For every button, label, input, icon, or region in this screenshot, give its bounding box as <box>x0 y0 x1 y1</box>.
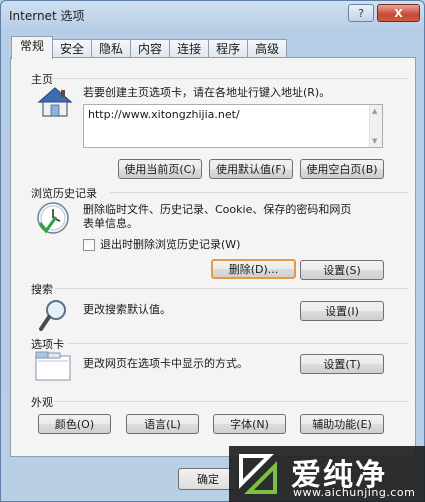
window-title: Internet 选项 <box>9 9 85 23</box>
house-icon <box>37 86 73 121</box>
search-description: 更改搜索默认值。 <box>83 303 171 316</box>
history-group-title: 浏览历史记录 <box>31 187 97 200</box>
tab-connections[interactable]: 连接 <box>169 39 210 59</box>
tab-general[interactable]: 常规 <box>11 36 54 59</box>
history-clock-icon <box>36 201 70 238</box>
fonts-button[interactable]: 字体(N) <box>213 414 286 434</box>
tabs-group-title: 选项卡 <box>31 338 64 351</box>
use-default-button[interactable]: 使用默认值(F) <box>209 159 293 179</box>
close-button[interactable]: X <box>377 4 420 22</box>
tab-programs[interactable]: 程序 <box>208 39 249 59</box>
use-blank-button[interactable]: 使用空白页(B) <box>300 159 384 179</box>
homepage-url-value: http://www.xitongzhijia.net/ <box>88 108 240 121</box>
homepage-url-input[interactable]: http://www.xitongzhijia.net/ ▲ ▼ <box>83 104 383 148</box>
history-description-line2: 表单信息。 <box>83 217 138 230</box>
history-description-line1: 删除临时文件、历史记录、Cookie、保存的密码和网页 <box>83 203 352 216</box>
search-settings-button[interactable]: 设置(I) <box>300 301 384 321</box>
homepage-group-title: 主页 <box>31 73 53 86</box>
search-group-title: 搜索 <box>31 283 53 296</box>
tabs-description: 更改网页在选项卡中显示的方式。 <box>83 357 248 370</box>
divider <box>55 288 409 289</box>
watermark-logo-icon <box>239 454 277 494</box>
divider <box>55 401 409 402</box>
delete-history-button[interactable]: 删除(D)... <box>211 259 296 279</box>
appearance-group-title: 外观 <box>31 396 53 409</box>
general-tab-panel: 主页 若要创建主页选项卡，请在各地址行键入地址(R)。 http://www.x… <box>10 57 416 457</box>
tab-advanced[interactable]: 高级 <box>247 39 288 59</box>
delete-on-exit-label: 退出时删除浏览历史记录(W) <box>100 238 241 251</box>
scroll-up-icon[interactable]: ▲ <box>372 107 377 115</box>
internet-options-dialog: Internet 选项 ? X 常规 安全 隐私 内容 连接 程序 高级 主页 … <box>0 0 425 502</box>
help-button[interactable]: ? <box>348 4 374 22</box>
tab-privacy[interactable]: 隐私 <box>91 39 132 59</box>
homepage-description: 若要创建主页选项卡，请在各地址行键入地址(R)。 <box>83 86 331 99</box>
magnifier-icon <box>38 298 70 335</box>
tab-content[interactable]: 内容 <box>130 39 171 59</box>
textbox-scrollbar[interactable]: ▲ ▼ <box>369 105 382 147</box>
history-settings-button[interactable]: 设置(S) <box>300 260 384 280</box>
title-bar: Internet 选项 ? X <box>1 1 424 29</box>
scroll-down-icon[interactable]: ▼ <box>372 137 377 145</box>
watermark-url: www.aichunjing.com <box>293 486 416 499</box>
divider <box>51 78 409 79</box>
accessibility-button[interactable]: 辅助功能(E) <box>300 414 384 434</box>
divider <box>67 343 409 344</box>
delete-on-exit-checkbox[interactable] <box>83 239 95 251</box>
colors-button[interactable]: 颜色(O) <box>38 414 111 434</box>
tab-security[interactable]: 安全 <box>52 39 93 59</box>
use-current-button[interactable]: 使用当前页(C) <box>118 159 202 179</box>
tabs-settings-button[interactable]: 设置(T) <box>300 354 384 374</box>
divider <box>110 192 409 193</box>
tab-strip: 常规 安全 隐私 内容 连接 程序 高级 <box>11 36 288 59</box>
languages-button[interactable]: 语言(L) <box>126 414 199 434</box>
watermark: 爱纯净 www.aichunjing.com <box>229 446 425 502</box>
tabbed-window-icon <box>35 351 71 384</box>
